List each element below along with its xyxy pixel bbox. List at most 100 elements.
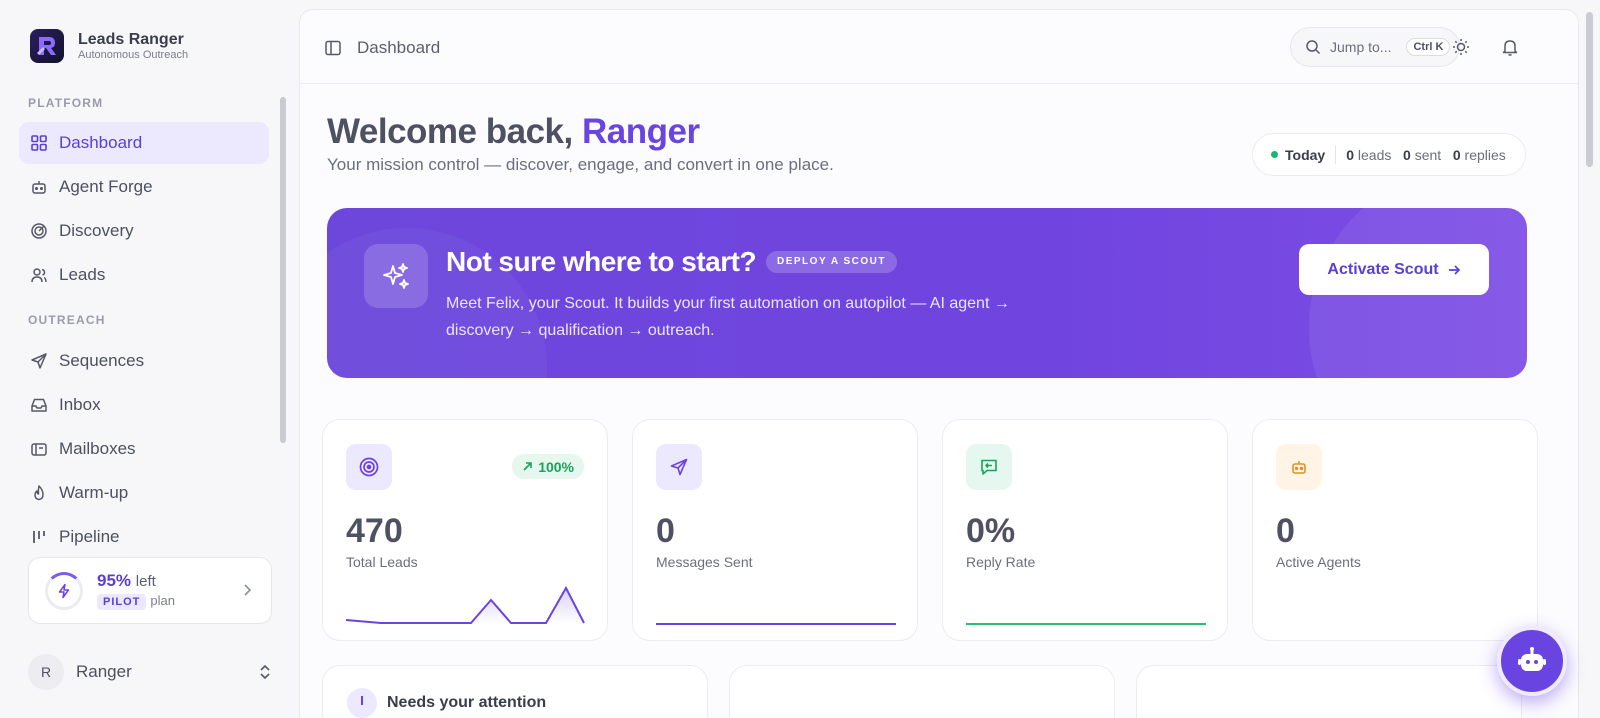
sidebar-item-label: Sequences: [59, 351, 145, 370]
search-shortcut: Ctrl K: [1406, 38, 1451, 56]
bell-icon[interactable]: [1500, 37, 1520, 57]
sparkline: [346, 585, 585, 624]
dashboard-card: [1136, 665, 1522, 718]
radar-icon: [31, 223, 47, 239]
stat-icon-tile: [656, 444, 702, 490]
main-panel: Dashboard Jump to... Ctrl K Welcome back…: [299, 9, 1579, 718]
brand[interactable]: Leads Ranger Autonomous Outreach: [30, 29, 188, 63]
sidebar-item-label: Pipeline: [59, 527, 120, 546]
robot-icon: [1292, 461, 1306, 474]
today-replies-value: 0: [1452, 146, 1461, 163]
activate-scout-button[interactable]: Activate Scout: [1299, 244, 1489, 295]
stat-icon-tile: [1276, 444, 1322, 490]
sun-icon[interactable]: [1451, 37, 1471, 57]
sidebar-item-label: Agent Forge: [59, 177, 153, 196]
brand-tagline: Autonomous Outreach: [78, 49, 189, 61]
sidebar-item-sequences[interactable]: Sequences: [19, 340, 269, 382]
stat-icon-tile: [346, 444, 392, 490]
sidebar-item-label: Mailboxes: [59, 439, 136, 458]
sparkline: [656, 623, 896, 625]
arrow-up-right-icon: [523, 462, 532, 471]
sidebar-item-warm-up[interactable]: Warm-up: [19, 472, 269, 514]
section-label-outreach: OUTREACH: [28, 313, 106, 327]
page-scrollbar[interactable]: [1586, 12, 1593, 712]
sidebar-item-label: Discovery: [59, 221, 134, 240]
plan-usage-card[interactable]: 95% left PILOT plan: [28, 557, 272, 624]
brand-name: Leads Ranger: [78, 31, 184, 48]
dashboard-card: [729, 665, 1115, 718]
plan-usage-ring: [45, 571, 83, 610]
sidebar-toggle-icon[interactable]: [324, 39, 342, 57]
sidebar-scrollbar[interactable]: [280, 88, 286, 548]
sidebar-scrollbar-thumb[interactable]: [280, 97, 286, 443]
plan-percent: 95%: [97, 571, 132, 590]
onboarding-banner: Not sure where to start? DEPLOY A SCOUT …: [327, 208, 1527, 378]
stat-label: Active Agents: [1276, 554, 1361, 570]
today-leads-label: leads: [1357, 146, 1392, 163]
sidebar-item-label: Dashboard: [59, 133, 143, 152]
user-menu[interactable]: R Ranger: [28, 654, 272, 690]
today-label: Today: [1285, 146, 1326, 163]
sidebar-item-leads[interactable]: Leads: [19, 254, 269, 296]
alert-icon: [347, 688, 377, 718]
sidebar-item-inbox[interactable]: Inbox: [19, 384, 269, 426]
target-icon: [359, 457, 379, 477]
sidebar-item-agent-forge[interactable]: Agent Forge: [19, 166, 269, 208]
topbar: Dashboard Jump to... Ctrl K: [300, 10, 1578, 84]
stat-icon-tile: [966, 444, 1012, 490]
stat-card-reply-rate[interactable]: 0% Reply Rate: [942, 419, 1228, 641]
sidebar-item-label: Leads: [59, 265, 106, 284]
hero-description: Meet Felix, your Scout. It builds your f…: [446, 295, 1010, 339]
hero-title: Not sure where to start?: [446, 246, 757, 277]
sidebar-nav: PLATFORM Dashboard Agent Forge Discovery…: [0, 88, 296, 550]
today-sent-value: 0: [1403, 146, 1411, 163]
today-replies-label: replies: [1464, 146, 1506, 163]
send-icon: [670, 458, 688, 476]
attention-card-title: Needs your attention: [387, 694, 547, 711]
stat-card-active-agents[interactable]: 0 Active Agents: [1252, 419, 1538, 641]
search-icon: [1306, 40, 1321, 55]
activate-scout-label: Activate Scout: [1327, 260, 1439, 278]
chevron-up-down-icon: [260, 664, 270, 680]
today-sent-label: sent: [1414, 146, 1442, 163]
attention-card: Needs your attention: [322, 665, 708, 718]
sidebar-item-discovery[interactable]: Discovery: [19, 210, 269, 252]
sidebar-item-mailboxes[interactable]: Mailboxes: [19, 428, 269, 470]
mailbox-icon: [31, 443, 47, 456]
plan-label: plan: [150, 593, 175, 608]
welcome-prefix: Welcome back,: [327, 112, 582, 151]
sparkline: [966, 623, 1206, 625]
stat-value: 0%: [966, 512, 1016, 550]
sidebar-item-pipeline[interactable]: Pipeline: [19, 516, 269, 550]
reply-icon: [981, 459, 997, 475]
sidebar-item-label: Warm-up: [59, 483, 129, 502]
sidebar: Leads Ranger Autonomous Outreach PLATFOR…: [0, 0, 296, 718]
today-summary: Today 0 leads 0 sent 0 replies: [1252, 133, 1526, 176]
stat-label: Reply Rate: [966, 554, 1036, 570]
stat-label: Messages Sent: [656, 554, 753, 570]
assistant-button[interactable]: [1497, 626, 1567, 696]
lightning-icon: [58, 583, 70, 598]
plan-left-label: left: [135, 573, 156, 590]
stat-value: 470: [346, 512, 403, 550]
flame-icon: [34, 485, 44, 501]
search-input[interactable]: Jump to... Ctrl K: [1290, 27, 1460, 67]
robot-icon: [1518, 647, 1546, 671]
users-icon: [31, 268, 47, 283]
page-scrollbar-thumb[interactable]: [1586, 12, 1593, 167]
robot-icon: [32, 181, 46, 194]
page-subtitle: Your mission control — discover, engage,…: [327, 155, 834, 174]
stat-card-messages-sent[interactable]: 0 Messages Sent: [632, 419, 918, 641]
plan-tier-badge: PILOT: [97, 594, 147, 610]
breadcrumb: Dashboard: [357, 38, 441, 57]
trend-value: 100%: [538, 458, 574, 475]
search-placeholder: Jump to...: [1330, 39, 1392, 55]
grid-icon: [31, 135, 47, 151]
sidebar-item-dashboard[interactable]: Dashboard: [19, 122, 269, 164]
today-leads-value: 0: [1346, 146, 1354, 163]
stat-card-total-leads[interactable]: 100% 470 Total Leads: [322, 419, 608, 641]
arrow-right-icon: [1448, 264, 1460, 275]
sidebar-item-label: Inbox: [59, 395, 101, 414]
welcome-name: Ranger: [581, 112, 700, 151]
divider: [1335, 145, 1337, 164]
